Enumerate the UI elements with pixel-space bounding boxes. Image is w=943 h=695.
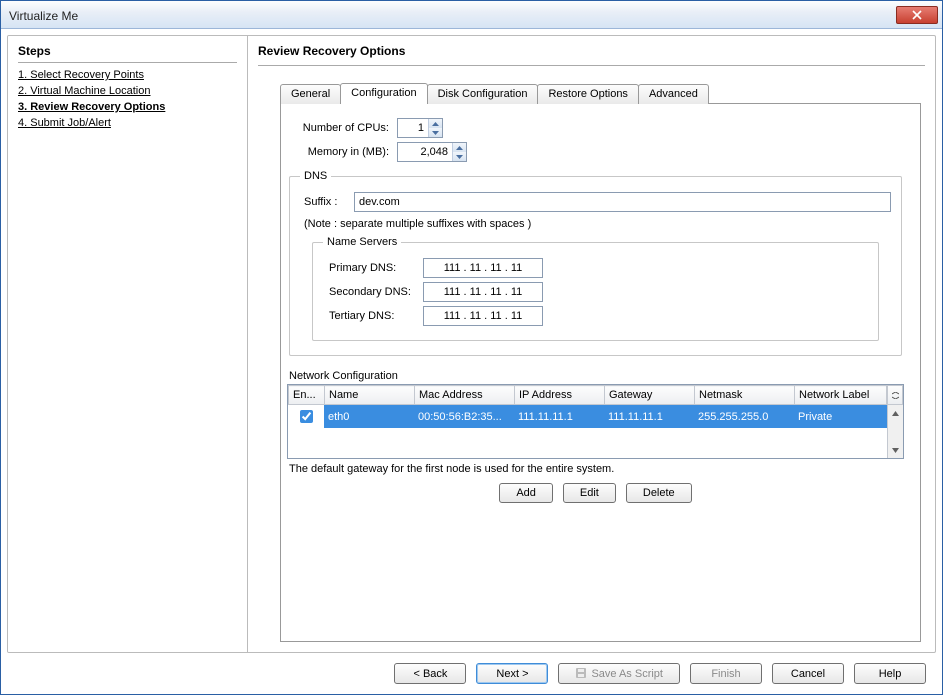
suffix-note: (Note : separate multiple suffixes with … (304, 218, 891, 230)
back-button[interactable]: < Back (394, 663, 466, 684)
netcfg-footnote: The default gateway for the first node i… (289, 463, 904, 475)
add-button[interactable]: Add (499, 483, 553, 503)
chevron-down-icon (432, 131, 439, 135)
main-panel: Review Recovery Options General Configur… (248, 36, 935, 652)
memory-down[interactable] (453, 152, 466, 161)
tab-advanced[interactable]: Advanced (638, 84, 709, 104)
chevron-down-icon (456, 155, 463, 159)
chevron-up-icon (892, 411, 899, 416)
col-netlabel[interactable]: Network Label (795, 386, 887, 405)
window: Virtualize Me Steps 1. Select Recovery P… (0, 0, 943, 695)
tab-configuration[interactable]: Configuration (340, 83, 427, 104)
sidebar: Steps 1. Select Recovery Points 2. Virtu… (8, 36, 248, 652)
tab-general[interactable]: General (280, 84, 341, 104)
tab-disk-configuration[interactable]: Disk Configuration (427, 84, 539, 104)
col-netmask[interactable]: Netmask (695, 386, 795, 405)
col-gateway[interactable]: Gateway (605, 386, 695, 405)
cpus-up[interactable] (429, 119, 442, 128)
secondary-dns-label: Secondary DNS: (323, 286, 423, 298)
dns-fieldset: DNS Suffix : (Note : separate multiple s… (289, 170, 902, 356)
chevron-up-icon (456, 146, 463, 150)
row-ip: 111.11.11.1 (514, 405, 604, 428)
nameservers-legend: Name Servers (323, 236, 401, 248)
steps-list: 1. Select Recovery Points 2. Virtual Mac… (18, 69, 237, 129)
scroll-down[interactable] (889, 442, 903, 458)
next-button[interactable]: Next > (476, 663, 548, 684)
col-name[interactable]: Name (325, 386, 415, 405)
cpus-spinner[interactable] (397, 118, 443, 138)
step-2[interactable]: 2. Virtual Machine Location (18, 85, 151, 97)
vscrollbar[interactable] (887, 405, 903, 458)
step-4[interactable]: 4. Submit Job/Alert (18, 117, 111, 129)
row-enabled-checkbox[interactable] (300, 410, 313, 423)
save-script-button: Save As Script (558, 663, 680, 684)
main-heading: Review Recovery Options (258, 44, 925, 58)
finish-button: Finish (690, 663, 762, 684)
row-netmask: 255.255.255.0 (694, 405, 794, 428)
cpus-input[interactable] (398, 119, 428, 137)
tab-panel-configuration: Number of CPUs: Memory in (MB): (280, 103, 921, 642)
window-title: Virtualize Me (9, 7, 896, 23)
double-chevron-icon (892, 392, 899, 399)
col-ip[interactable]: IP Address (515, 386, 605, 405)
tertiary-dns-label: Tertiary DNS: (323, 310, 423, 322)
primary-dns-input[interactable]: 111 . 11 . 11 . 11 (423, 258, 543, 278)
edit-button[interactable]: Edit (563, 483, 616, 503)
help-button[interactable]: Help (854, 663, 926, 684)
save-icon (575, 667, 587, 679)
step-1[interactable]: 1. Select Recovery Points (18, 69, 144, 81)
row-mac: 00:50:56:B2:35... (414, 405, 514, 428)
memory-input[interactable] (398, 143, 452, 161)
scroll-options[interactable] (887, 385, 903, 405)
netcfg-label: Network Configuration (289, 370, 904, 382)
chevron-up-icon (432, 122, 439, 126)
delete-button[interactable]: Delete (626, 483, 692, 503)
secondary-dns-input[interactable]: 111 . 11 . 11 . 11 (423, 282, 543, 302)
save-script-label: Save As Script (591, 668, 663, 680)
bottom-bar: < Back Next > Save As Script Finish Canc… (7, 653, 936, 688)
suffix-input[interactable] (354, 192, 891, 212)
row-gateway: 111.11.11.1 (604, 405, 694, 428)
cpus-label: Number of CPUs: (287, 122, 397, 134)
primary-dns-label: Primary DNS: (323, 262, 423, 274)
memory-label: Memory in (MB): (287, 146, 397, 158)
cancel-button[interactable]: Cancel (772, 663, 844, 684)
step-3[interactable]: 3. Review Recovery Options (18, 101, 165, 113)
scroll-up[interactable] (889, 405, 903, 421)
netcfg-table: En... Name Mac Address IP Address Gatewa… (287, 384, 904, 459)
table-header-row: En... Name Mac Address IP Address Gatewa… (289, 386, 887, 405)
col-enabled[interactable]: En... (289, 386, 325, 405)
dns-legend: DNS (300, 170, 331, 182)
chevron-down-icon (892, 448, 899, 453)
table-row-empty (288, 428, 887, 458)
titlebar: Virtualize Me (1, 1, 942, 29)
row-enabled[interactable] (288, 405, 324, 428)
memory-up[interactable] (453, 143, 466, 152)
steps-heading: Steps (18, 44, 237, 58)
cpus-down[interactable] (429, 128, 442, 137)
close-button[interactable] (896, 6, 938, 24)
tab-restore-options[interactable]: Restore Options (537, 84, 638, 104)
row-netlabel: Private (794, 405, 887, 428)
close-icon (912, 10, 922, 20)
tabstrip: General Configuration Disk Configuration… (280, 82, 925, 103)
nameservers-fieldset: Name Servers Primary DNS: 111 . 11 . 11 … (312, 236, 879, 341)
suffix-label: Suffix : (304, 196, 354, 208)
tertiary-dns-input[interactable]: 111 . 11 . 11 . 11 (423, 306, 543, 326)
col-mac[interactable]: Mac Address (415, 386, 515, 405)
table-row[interactable]: eth0 00:50:56:B2:35... 111.11.11.1 111.1… (288, 405, 887, 428)
memory-spinner[interactable] (397, 142, 467, 162)
row-name: eth0 (324, 405, 414, 428)
